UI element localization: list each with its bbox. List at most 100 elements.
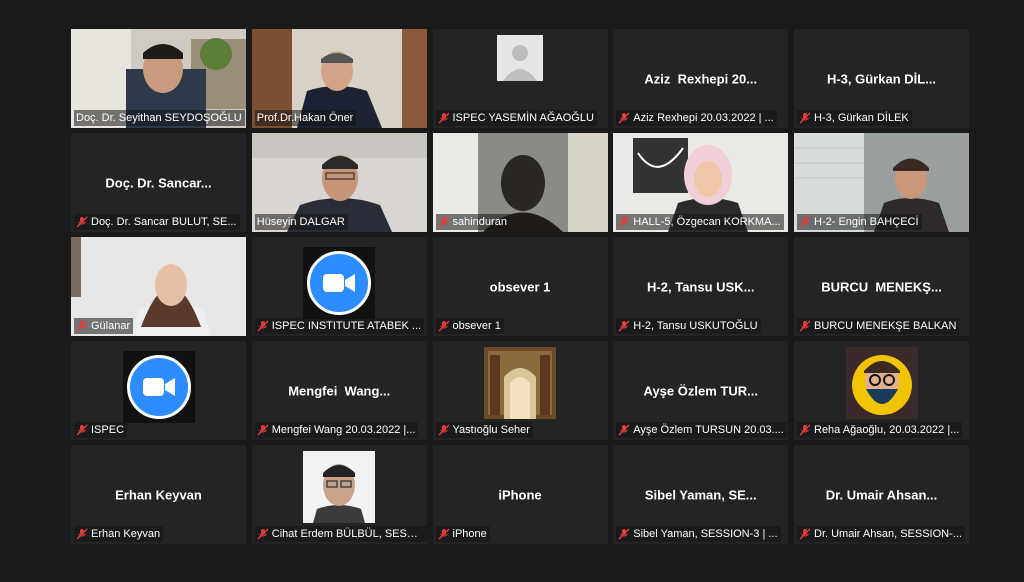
participant-name-label: Prof.Dr.Hakan Öner — [254, 110, 357, 126]
participant-name-label: Doç. Dr. Sancar BULUT, SE... — [74, 214, 240, 230]
participant-name: Doç. Dr. Sancar BULUT, SE... — [91, 216, 237, 228]
participant-display-name: obsever 1 — [489, 279, 551, 294]
microphone-muted-icon — [799, 112, 811, 124]
participant-name: HALL-5, Özgecan KORKMA... — [633, 216, 781, 228]
zoom-logo-icon — [122, 351, 195, 423]
participant-name: obsever 1 — [452, 320, 501, 332]
active-speaker-tile[interactable]: Hüseyin DALGAR — [251, 133, 427, 232]
participant-name-label: Reha Ağaoğlu, 20.03.2022 |... — [797, 422, 963, 438]
participant-tile[interactable]: ISPEC INSTITUTE ATABEK ... — [251, 237, 427, 336]
participant-name-label: HALL-5, Özgecan KORKMA... — [616, 214, 784, 230]
participant-tile[interactable]: ISPEC YASEMİN AĞAOĞLU — [432, 29, 608, 128]
participant-name: Ayşe Özlem TURSUN 20.03.... — [633, 424, 784, 436]
microphone-muted-icon — [799, 320, 811, 332]
participant-name-label: iPhone — [435, 526, 490, 542]
microphone-muted-icon — [438, 528, 449, 540]
zoom-logo-icon — [303, 247, 376, 319]
participant-display-name: Erhan Keyvan — [115, 487, 202, 502]
microphone-muted-icon — [257, 424, 269, 436]
participant-name-label: ISPEC YASEMİN AĞAOĞLU — [435, 110, 597, 126]
participant-name-label: Cihat Erdem BÜLBÜL, SESSI... — [254, 526, 427, 542]
participant-tile[interactable]: Doç. Dr. Sancar... Doç. Dr. Sancar BULUT… — [71, 133, 246, 232]
participant-name-label: Mengfei Wang 20.03.2022 |... — [254, 422, 419, 438]
participant-tile[interactable]: sahinduran — [432, 133, 608, 232]
microphone-muted-icon — [799, 216, 811, 228]
participant-tile[interactable]: Cihat Erdem BÜLBÜL, SESSI... — [251, 445, 427, 544]
microphone-muted-icon — [257, 320, 269, 332]
participant-tile[interactable]: Yastıoğlu Seher — [432, 341, 608, 440]
participant-tile[interactable]: Reha Ağaoğlu, 20.03.2022 |... — [794, 341, 969, 440]
participant-name-label: Yastıoğlu Seher — [435, 422, 533, 438]
participant-name-label: Aziz Rexhepi 20.03.2022 | ... — [616, 110, 777, 126]
participant-name: Sibel Yaman, SESSION-3 | ... — [633, 528, 778, 540]
microphone-muted-icon — [76, 424, 88, 436]
participant-tile[interactable]: Erhan Keyvan Erhan Keyvan — [71, 445, 246, 544]
microphone-muted-icon — [618, 112, 630, 124]
participant-name: H-3, Gürkan DİLEK — [814, 112, 909, 124]
participant-name: Gülanar — [91, 320, 131, 332]
participant-tile[interactable]: iPhone iPhone — [432, 445, 608, 544]
participant-display-name: Mengfei Wang... — [288, 383, 391, 398]
participant-display-name: H-2, Tansu USK... — [647, 279, 755, 294]
participant-tile[interactable]: Prof.Dr.Hakan Öner — [251, 29, 427, 128]
microphone-muted-icon — [438, 320, 449, 332]
microphone-muted-icon — [618, 216, 630, 228]
participant-name-label: Sibel Yaman, SESSION-3 | ... — [616, 526, 781, 542]
microphone-muted-icon — [799, 424, 811, 436]
participant-tile[interactable]: Dr. Umair Ahsan... Dr. Umair Ahsan, SESS… — [794, 445, 969, 544]
participant-tile[interactable]: Aziz Rexhepi 20... Aziz Rexhepi 20.03.20… — [613, 29, 789, 128]
participant-name: Aziz Rexhepi 20.03.2022 | ... — [633, 112, 774, 124]
participant-display-name: Dr. Umair Ahsan... — [825, 487, 938, 502]
participant-tile[interactable]: H-3, Gürkan DİL... H-3, Gürkan DİLEK — [794, 29, 969, 128]
microphone-muted-icon — [799, 528, 811, 540]
participant-name-label: Gülanar — [74, 318, 134, 334]
participant-name: H-2- Engin BAHÇECİ — [814, 216, 919, 228]
microphone-muted-icon — [76, 528, 88, 540]
participant-display-name: Sibel Yaman, SE... — [644, 487, 757, 502]
participant-tile[interactable]: Gülanar — [71, 237, 246, 336]
participant-tile[interactable]: H-2- Engin BAHÇECİ — [794, 133, 969, 232]
participant-display-name: H-3, Gürkan DİL... — [826, 71, 937, 86]
participant-tile[interactable]: Mengfei Wang... Mengfei Wang 20.03.2022 … — [251, 341, 427, 440]
participant-tile[interactable]: BURCU MENEKŞ... BURCU MENEKŞE BALKAN — [794, 237, 969, 336]
participant-tile[interactable]: Sibel Yaman, SE... Sibel Yaman, SESSION-… — [613, 445, 789, 544]
participant-tile[interactable]: Doç. Dr. Seyithan SEYDOŞOĞLU — [71, 29, 246, 128]
participant-name-label: sahinduran — [435, 214, 510, 230]
participant-name: Reha Ağaoğlu, 20.03.2022 |... — [814, 424, 960, 436]
participant-name: ISPEC YASEMİN AĞAOĞLU — [452, 112, 594, 124]
participant-name-label: Ayşe Özlem TURSUN 20.03.... — [616, 422, 787, 438]
participant-tile[interactable]: ISPEC — [71, 341, 246, 440]
participant-name: Hüseyin DALGAR — [256, 216, 345, 228]
participant-name: Doç. Dr. Seyithan SEYDOŞOĞLU — [76, 112, 242, 124]
participant-name-label: Hüseyin DALGAR — [254, 214, 348, 230]
participant-name: iPhone — [452, 528, 487, 540]
participant-name-label: Erhan Keyvan — [74, 526, 164, 542]
microphone-muted-icon — [438, 424, 449, 436]
participant-name-label: Doç. Dr. Seyithan SEYDOŞOĞLU — [74, 110, 245, 126]
microphone-muted-icon — [618, 320, 630, 332]
participant-tile[interactable]: H-2, Tansu USK... H-2, Tansu USKUTOĞLU — [613, 237, 789, 336]
microphone-muted-icon — [76, 216, 88, 228]
participant-name-label: ISPEC — [74, 422, 128, 438]
participant-name: BURCU MENEKŞE BALKAN — [814, 320, 957, 332]
participant-display-name: Doç. Dr. Sancar... — [105, 175, 212, 190]
participant-name-label: H-2- Engin BAHÇECİ — [797, 214, 922, 230]
microphone-muted-icon — [76, 320, 88, 332]
microphone-muted-icon — [438, 216, 449, 228]
participant-name-label: Dr. Umair Ahsan, SESSION-... — [797, 526, 965, 542]
participant-name: Yastıoğlu Seher — [452, 424, 530, 436]
microphone-muted-icon — [618, 528, 630, 540]
microphone-muted-icon — [257, 528, 269, 540]
participant-tile[interactable]: obsever 1 obsever 1 — [432, 237, 608, 336]
participant-name-label: H-3, Gürkan DİLEK — [797, 110, 912, 126]
participant-name-label: BURCU MENEKŞE BALKAN — [797, 318, 960, 334]
participant-name: Mengfei Wang 20.03.2022 |... — [271, 424, 416, 436]
participant-tile[interactable]: HALL-5, Özgecan KORKMA... — [613, 133, 789, 232]
participant-name: Erhan Keyvan — [91, 528, 161, 540]
participant-name: Dr. Umair Ahsan, SESSION-... — [814, 528, 962, 540]
participant-display-name: Ayşe Özlem TUR... — [643, 383, 758, 398]
participant-tile[interactable]: Ayşe Özlem TUR... Ayşe Özlem TURSUN 20.0… — [613, 341, 789, 440]
microphone-muted-icon — [618, 424, 630, 436]
participant-name: sahinduran — [452, 216, 507, 228]
participant-name: H-2, Tansu USKUTOĞLU — [633, 320, 758, 332]
